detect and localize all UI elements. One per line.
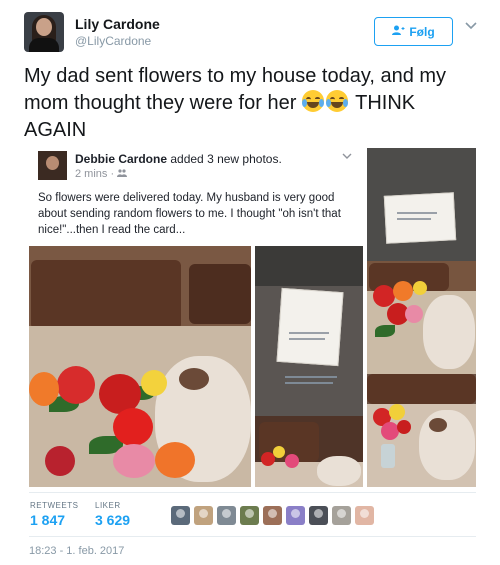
photo-flowers-dog-3 [367,374,476,487]
photo-card-in-hand [255,246,363,416]
chevron-down-icon[interactable] [464,20,478,34]
liker-avatar-8[interactable] [332,506,351,525]
retweets-value: 1 847 [30,512,66,528]
face-with-tears-of-joy-icon [301,90,324,112]
tweet-media[interactable]: Debbie Cardone added 3 new photos. 2 min… [29,148,476,487]
post-action: added 3 new photos. [170,152,282,166]
post-author-avatar [38,151,67,180]
friends-icon [117,168,128,180]
post-time-text: 2 mins [75,168,108,180]
liker-avatar-1[interactable] [171,506,190,525]
embedded-facebook-post: Debbie Cardone added 3 new photos. 2 min… [29,148,363,242]
photo-flowers-sofa [255,416,363,487]
follow-label: Følg [409,24,435,39]
post-menu-chevron-icon [342,151,352,162]
liker-avatar-5[interactable] [263,506,282,525]
liker-avatar-7[interactable] [309,506,328,525]
liker-avatar-6[interactable] [286,506,305,525]
tweet-text: My dad sent flowers to my house today, a… [24,63,476,144]
avatar-face [36,18,52,36]
tweet-stats: RETWEETS 1 847 LIKER 3 629 [29,492,476,537]
liker-avatar-9[interactable] [355,506,374,525]
avatar-body [29,38,59,52]
user-avatar[interactable] [24,12,64,52]
user-handle[interactable]: @LilyCardone [75,34,151,48]
tweet-header: Lily Cardone @LilyCardone Følg [24,12,480,52]
liker-avatar-3[interactable] [217,506,236,525]
post-time: 2 mins · [75,168,128,180]
retweets-label: RETWEETS [30,501,79,510]
tweet-timestamp[interactable]: 18:23 - 1. feb. 2017 [29,545,124,557]
follow-button[interactable]: Følg [374,17,453,46]
photo-flowers-dog-2 [367,261,476,374]
post-author: Debbie Cardone [75,152,168,166]
liker-avatar-4[interactable] [240,506,259,525]
retweet-count[interactable]: RETWEETS 1 847 [30,501,78,528]
post-header: Debbie Cardone added 3 new photos. [75,152,282,166]
likes-value: 3 629 [95,512,131,528]
add-person-icon [392,25,405,39]
face-with-tears-of-joy-icon [325,90,348,112]
likes-label: LIKER [95,501,121,510]
liker-avatar-2[interactable] [194,506,213,525]
photo-card-close-up [367,148,476,261]
like-count[interactable]: LIKER 3 629 [95,501,130,528]
user-name[interactable]: Lily Cardone [75,16,160,32]
post-body: So flowers were delivered today. My husb… [38,192,341,236]
photo-flowers-dog-main [29,246,251,487]
